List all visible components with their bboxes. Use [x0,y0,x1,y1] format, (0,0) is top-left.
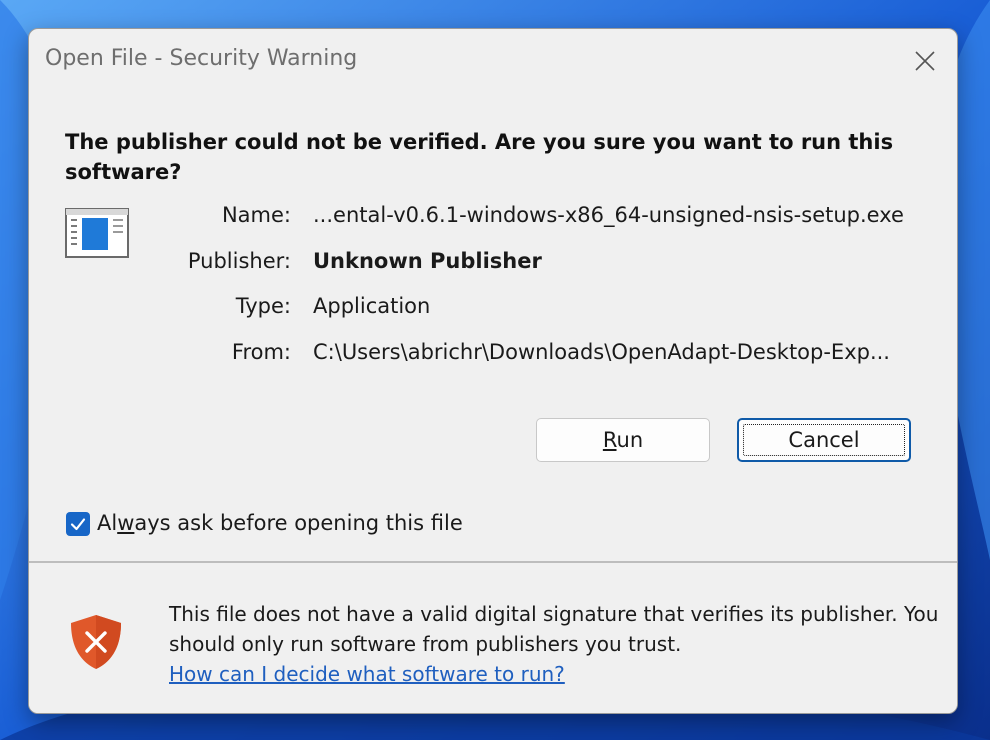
cancel-button-label: Cancel [788,428,860,452]
run-button[interactable]: Run [536,418,710,462]
footer-message: This file does not have a valid digital … [169,599,939,689]
from-value: C:\Users\abrichr\Downloads\OpenAdapt-Des… [313,340,890,364]
help-link[interactable]: How can I decide what software to run? [169,662,565,686]
from-label: From: [231,340,291,364]
close-icon [915,51,935,71]
publisher-value: Unknown Publisher [313,249,542,273]
shield-error-icon [71,615,121,669]
type-value: Application [313,294,431,318]
warning-headline: The publisher could not be verified. Are… [65,130,894,184]
always-ask-label[interactable]: Always ask before opening this file [97,511,463,535]
signature-warning-text: This file does not have a valid digital … [169,602,939,656]
window-title: Open File - Security Warning [45,46,358,71]
cancel-button[interactable]: Cancel [737,418,911,462]
title-bar[interactable]: Open File - Security Warning [29,29,957,91]
name-label: Name: [221,203,291,227]
check-icon [70,518,86,531]
run-button-label: Run [602,428,644,452]
type-label: Type: [235,294,291,318]
security-warning-dialog: Open File - Security Warning The publish… [28,28,958,714]
footer-panel: This file does not have a valid digital … [29,563,957,713]
name-value: ...ental-v0.6.1-windows-x86_64-unsigned-… [313,203,904,227]
close-button[interactable] [903,39,947,83]
always-ask-checkbox[interactable] [66,512,90,536]
publisher-label: Publisher: [187,249,291,273]
